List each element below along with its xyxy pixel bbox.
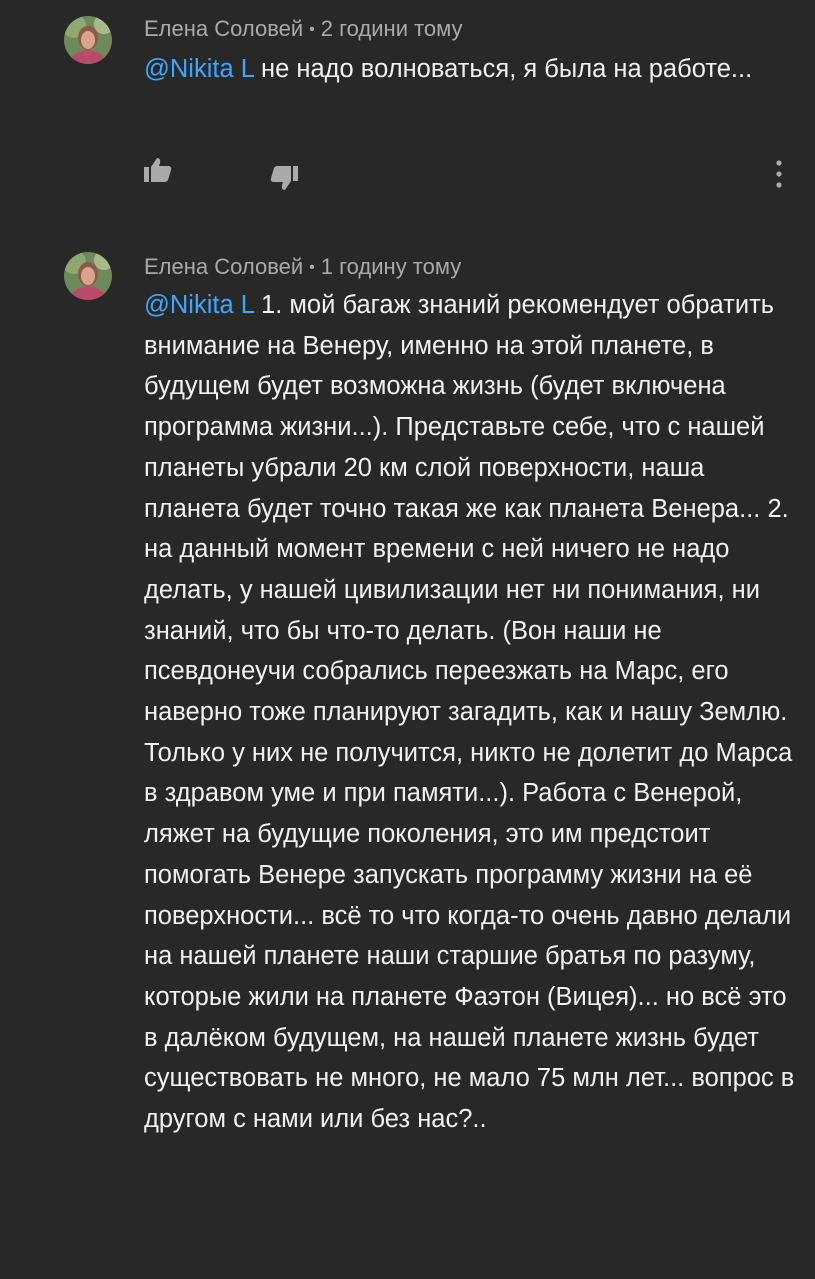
avatar[interactable] <box>64 252 112 300</box>
comment-text: @Nikita L не надо волноваться, я была на… <box>144 49 804 90</box>
meta-separator: • <box>309 21 315 38</box>
comment-text: @Nikita L 1. мой багаж знаний рекомендуе… <box>144 285 804 1140</box>
comment-body: 1. мой багаж знаний рекомендует обратить… <box>144 291 795 1134</box>
comment-meta: Елена Соловей • 1 годину тому <box>144 252 461 285</box>
mention-link[interactable]: @Nikita L <box>144 291 254 319</box>
meta-separator: • <box>309 259 315 276</box>
more-button[interactable] <box>768 158 790 190</box>
author-name[interactable]: Елена Соловей <box>144 254 303 279</box>
more-vert-icon <box>776 160 782 188</box>
like-button[interactable] <box>142 154 174 186</box>
avatar[interactable] <box>64 16 112 64</box>
comment-time[interactable]: 1 годину тому <box>321 254 461 279</box>
comment-body: не надо волноваться, я была на работе... <box>253 55 753 83</box>
thumb-down-icon <box>270 166 298 190</box>
dislike-button[interactable] <box>268 162 300 194</box>
mention-link[interactable]: @Nikita L <box>144 55 254 83</box>
author-name[interactable]: Елена Соловей <box>144 16 303 41</box>
thumb-up-icon <box>144 158 172 182</box>
comment-time[interactable]: 2 години тому <box>321 16 463 41</box>
comment-meta: Елена Соловей • 2 години тому <box>144 14 463 47</box>
